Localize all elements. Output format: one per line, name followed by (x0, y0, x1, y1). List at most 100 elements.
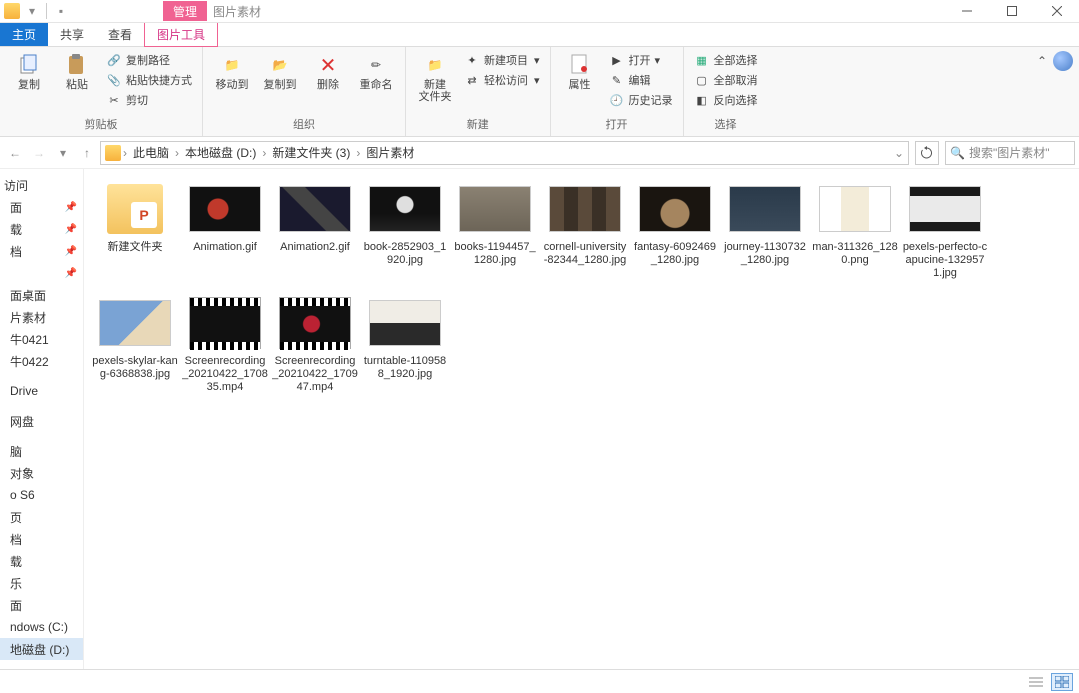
ribbon-tabs: 主页 共享 查看 图片工具 (0, 23, 1079, 47)
file-item[interactable]: fantasy-6092469_1280.jpg (632, 181, 718, 281)
deselect-button[interactable]: ▢全部取消 (692, 71, 760, 89)
group-open: 属性 ▶打开▾ ✎编辑 🕘历史记录 打开 (551, 47, 684, 136)
context-tab[interactable]: 管理 (163, 1, 207, 21)
user-avatar[interactable] (1053, 51, 1073, 71)
history-button[interactable]: 🕘历史记录 (607, 91, 675, 109)
sidebar-item[interactable]: 脑 (0, 440, 83, 462)
video-thumbnail (279, 297, 351, 349)
sidebar-item[interactable]: 面桌面 (0, 284, 83, 306)
copy-to-button[interactable]: 📂复制到 (259, 51, 301, 93)
file-item[interactable]: pexels-perfecto-capucine-1329571.jpg (902, 181, 988, 281)
navigation-pane[interactable]: 访问 面📌 载📌 档📌 📌 面桌面 片素材 牛0421 牛0422 Drive … (0, 169, 84, 669)
file-item[interactable]: pexels-skylar-kang-6368838.jpg (92, 295, 178, 395)
sidebar-item[interactable]: 片素材 (0, 306, 83, 328)
sidebar-item[interactable]: 牛0422 (0, 350, 83, 372)
file-item[interactable]: P新建文件夹 (92, 181, 178, 281)
sidebar-item[interactable]: 面 (0, 594, 83, 616)
crumb-this-pc[interactable]: 此电脑 (129, 144, 173, 161)
sidebar-drive-d[interactable]: 地磁盘 (D:) (0, 638, 83, 660)
grid-icon (1055, 676, 1069, 688)
new-item-button[interactable]: ✦新建项目▾ (462, 51, 542, 69)
sidebar-item[interactable]: o S6 (0, 484, 83, 506)
tab-picture-tools[interactable]: 图片工具 (144, 23, 218, 47)
app-icon[interactable] (2, 1, 22, 21)
details-view-button[interactable] (1025, 673, 1047, 691)
edit-button[interactable]: ✎编辑 (607, 71, 675, 89)
nav-forward-button[interactable]: → (28, 142, 50, 164)
file-item[interactable]: turntable-1109588_1920.jpg (362, 295, 448, 395)
new-folder-button[interactable]: 📁新建 文件夹 (414, 51, 456, 105)
properties-icon (568, 53, 592, 77)
crumb-current[interactable]: 图片素材 (362, 144, 418, 161)
file-list[interactable]: P新建文件夹 Animation.gif Animation2.gif book… (84, 169, 1079, 669)
search-input[interactable]: 🔍 搜索"图片素材" (945, 141, 1075, 165)
paste-icon (65, 53, 89, 77)
sidebar-pinned-item[interactable]: 面📌 (0, 196, 83, 218)
maximize-button[interactable] (989, 0, 1034, 22)
rename-button[interactable]: ✏重命名 (355, 51, 397, 93)
sidebar-item[interactable]: 对象 (0, 462, 83, 484)
breadcrumb[interactable]: › 此电脑› 本地磁盘 (D:)› 新建文件夹 (3)› 图片素材 ⌄ (100, 141, 909, 165)
file-item[interactable]: Animation2.gif (272, 181, 358, 281)
file-item[interactable]: Screenrecording_20210422_170835.mp4 (182, 295, 268, 395)
link-icon: 🔗 (106, 52, 122, 68)
sidebar-drive-c[interactable]: ndows (C:) (0, 616, 83, 638)
group-new-label: 新建 (467, 114, 489, 132)
address-dropdown-icon[interactable]: ⌄ (894, 146, 904, 160)
delete-button[interactable]: ✕删除 (307, 51, 349, 93)
file-item[interactable]: books-1194457_1280.jpg (452, 181, 538, 281)
properties-button[interactable]: 属性 (559, 51, 601, 93)
sidebar-item[interactable]: 网盘 (0, 410, 83, 432)
sidebar-item[interactable]: 载 (0, 550, 83, 572)
close-button[interactable] (1034, 0, 1079, 22)
nav-recent-dropdown[interactable]: ▾ (52, 142, 74, 164)
qat-overflow-icon[interactable]: ▪ (51, 1, 71, 21)
sidebar-pinned-item[interactable]: 载📌 (0, 218, 83, 240)
sidebar-item[interactable]: 牛0421 (0, 328, 83, 350)
chevron-down-icon: ▾ (534, 54, 540, 67)
file-item[interactable]: cornell-university-82344_1280.jpg (542, 181, 628, 281)
chevron-down-icon: ▾ (655, 54, 661, 67)
select-all-button[interactable]: ▦全部选择 (692, 51, 760, 69)
file-item[interactable]: journey-1130732_1280.jpg (722, 181, 808, 281)
video-thumbnail (189, 297, 261, 349)
tab-view[interactable]: 查看 (96, 23, 144, 46)
crumb-drive-d[interactable]: 本地磁盘 (D:) (181, 144, 260, 161)
sidebar-pinned-item[interactable]: 📌 (0, 262, 83, 284)
paste-shortcut-button[interactable]: 📎粘贴快捷方式 (104, 71, 194, 89)
sidebar-item[interactable]: Drive (0, 380, 83, 402)
file-item[interactable]: book-2852903_1920.jpg (362, 181, 448, 281)
image-thumbnail (99, 300, 171, 346)
new-item-icon: ✦ (464, 52, 480, 68)
qat-dropdown-icon[interactable]: ▾ (22, 1, 42, 21)
nav-up-button[interactable]: ↑ (76, 142, 98, 164)
file-item[interactable]: man-311326_1280.png (812, 181, 898, 281)
ribbon-collapse-icon[interactable]: ⌃ (1037, 54, 1047, 68)
pin-icon: 📌 (65, 224, 77, 235)
move-to-button[interactable]: 📁移动到 (211, 51, 253, 93)
easy-access-button[interactable]: ⇄轻松访问▾ (462, 71, 542, 89)
copy-to-icon: 📂 (268, 53, 292, 77)
open-button[interactable]: ▶打开▾ (607, 51, 675, 69)
paste-button[interactable]: 粘贴 (56, 51, 98, 93)
tab-home[interactable]: 主页 (0, 23, 48, 46)
pin-icon: 📌 (65, 202, 77, 213)
thumbnails-view-button[interactable] (1051, 673, 1073, 691)
file-item[interactable]: Animation.gif (182, 181, 268, 281)
sidebar-item[interactable]: 档 (0, 528, 83, 550)
cut-button[interactable]: ✂剪切 (104, 91, 194, 109)
close-icon (1052, 6, 1062, 16)
refresh-button[interactable] (915, 141, 939, 165)
sidebar-pinned-item[interactable]: 档📌 (0, 240, 83, 262)
sidebar-item[interactable]: 乐 (0, 572, 83, 594)
minimize-button[interactable] (944, 0, 989, 22)
crumb-folder-3[interactable]: 新建文件夹 (3) (268, 144, 354, 161)
chevron-down-icon: ▾ (534, 74, 540, 87)
tab-share[interactable]: 共享 (48, 23, 96, 46)
copy-path-button[interactable]: 🔗复制路径 (104, 51, 194, 69)
copy-button[interactable]: 复制 (8, 51, 50, 93)
file-item[interactable]: Screenrecording_20210422_170947.mp4 (272, 295, 358, 395)
invert-button[interactable]: ◧反向选择 (692, 91, 760, 109)
nav-back-button[interactable]: ← (4, 142, 26, 164)
sidebar-item[interactable]: 页 (0, 506, 83, 528)
